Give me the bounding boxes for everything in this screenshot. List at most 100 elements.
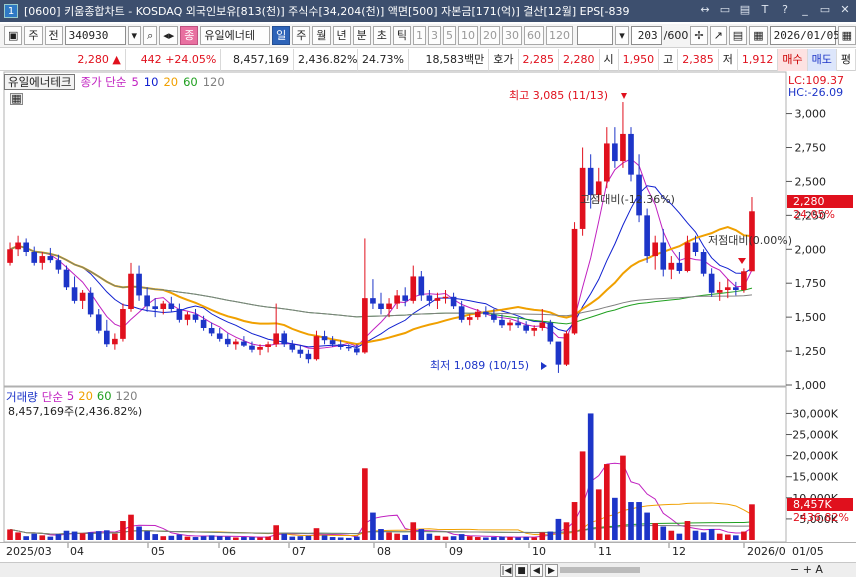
legend-ma-label: 종가 단순 — [80, 74, 127, 89]
volume-bar — [200, 536, 207, 540]
volume-bar — [523, 537, 529, 540]
y-tick-label: 2,750 — [795, 142, 827, 155]
volume-bar — [289, 536, 296, 540]
candle-body — [273, 333, 279, 345]
candle-body — [249, 345, 255, 350]
candle-body — [684, 242, 691, 271]
volume-bar — [176, 534, 183, 540]
volume-bar — [700, 532, 707, 540]
volume-bar — [136, 526, 142, 540]
candle-body — [257, 347, 263, 350]
volume-bar — [394, 533, 400, 540]
table-toggle-icon[interactable]: ▦ — [10, 93, 23, 105]
candle-body — [442, 296, 449, 299]
volume-bar — [87, 532, 94, 540]
candle-body — [23, 242, 29, 252]
candle-body — [531, 328, 538, 331]
scroll-left-icon[interactable]: ◀ — [530, 564, 543, 577]
volume-bar — [313, 528, 320, 540]
legend-ma10: 10 — [143, 74, 159, 89]
volume-bar — [547, 531, 554, 540]
candle-body — [499, 319, 505, 326]
candle-body — [507, 322, 513, 326]
scroll-stop-icon[interactable]: ■ — [515, 564, 528, 577]
volume-bar — [79, 533, 86, 540]
volume-bar — [249, 537, 255, 540]
volume-bar — [724, 534, 731, 540]
y-tick-label: 1,000 — [795, 379, 827, 392]
x-label: 09 — [449, 545, 463, 558]
volume-bar — [458, 534, 465, 540]
volume-bar — [23, 536, 29, 540]
volume-bar — [337, 537, 344, 540]
candle-body — [224, 338, 231, 345]
x-label: 08 — [377, 545, 391, 558]
candle-body — [515, 322, 521, 326]
candle-body — [491, 314, 497, 320]
candle-body — [112, 338, 118, 345]
volume-bar — [595, 489, 602, 540]
candle-body — [555, 341, 562, 365]
volume-bar — [386, 532, 392, 540]
candle-body — [136, 273, 142, 296]
trough-annotation: 저점대비(0.00%) — [708, 234, 793, 247]
volume-bar — [466, 536, 473, 540]
volume-bar — [362, 468, 368, 540]
legend-ma60: 60 — [183, 74, 198, 89]
candle-body — [15, 242, 21, 250]
scroll-right-icon[interactable]: ▶ — [545, 564, 558, 577]
volume-bar — [676, 533, 683, 540]
scroll-thumb[interactable] — [560, 567, 640, 573]
candle-body — [644, 215, 650, 257]
zoom-controls[interactable]: − + A — [790, 563, 823, 576]
volume-bar — [660, 526, 667, 540]
candle-body — [184, 314, 191, 320]
volume-bar — [668, 530, 675, 540]
scroll-start-icon[interactable]: |◀ — [500, 564, 513, 577]
candle-body — [144, 295, 150, 307]
x-label: 05 — [151, 545, 165, 558]
volume-bar — [329, 537, 336, 540]
volume-bar — [499, 536, 505, 540]
volume-bar — [603, 464, 610, 540]
volume-bar — [571, 502, 578, 540]
volume-bar — [442, 536, 449, 540]
candle-body — [539, 322, 546, 328]
volume-bar — [321, 535, 328, 540]
candle-body — [620, 133, 626, 162]
candle-body — [571, 228, 578, 334]
x-label: 11 — [598, 545, 612, 558]
legend-ma20: 20 — [163, 74, 179, 89]
candle-body — [733, 287, 739, 290]
candle-body — [692, 242, 699, 252]
candle-body — [200, 319, 207, 328]
candle-body — [168, 303, 175, 309]
volume-bar — [353, 536, 360, 540]
volume-bar — [7, 529, 13, 540]
volume-bar — [184, 536, 191, 540]
candle-body — [660, 242, 667, 270]
candle-body — [394, 295, 400, 304]
legend-stock-name[interactable]: 유일에너테크 — [4, 73, 76, 90]
volume-bar — [47, 536, 54, 540]
candle-body — [192, 314, 199, 320]
volume-bar — [160, 536, 167, 540]
candle-body — [241, 341, 247, 346]
x-axis: 2025/03 04 05 06 07 08 09 10 11 12 2026/… — [0, 542, 856, 562]
candle-body — [603, 143, 610, 182]
volume-bar — [112, 533, 118, 540]
volume-bar — [587, 413, 594, 540]
volume-bar — [31, 533, 38, 540]
volume-bar — [418, 529, 425, 540]
volume-bar — [55, 534, 62, 540]
candle-body — [128, 273, 134, 309]
chart-scrollbar[interactable]: |◀ ■ ◀ ▶ − + A — [0, 562, 856, 577]
volume-bar — [515, 537, 521, 540]
y-tick-label: 1,750 — [795, 277, 827, 290]
candle-body — [378, 303, 384, 309]
volume-bar — [708, 529, 715, 540]
candle-body — [233, 341, 239, 345]
candle-body — [668, 262, 675, 270]
volume-bar — [539, 532, 546, 540]
y-tick-label: 1,500 — [795, 311, 827, 324]
